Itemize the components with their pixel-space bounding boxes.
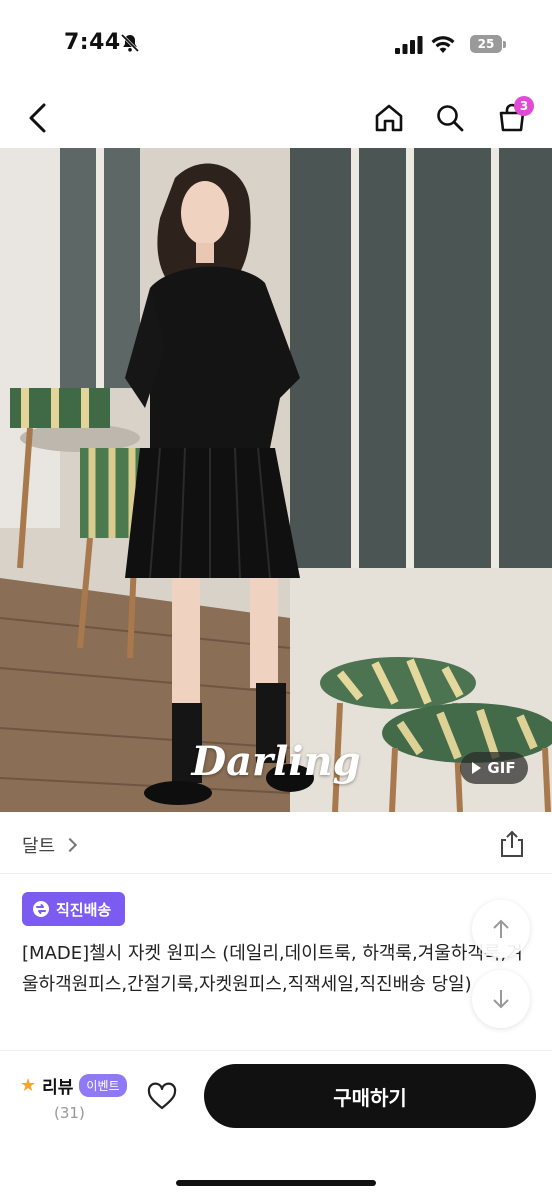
arrow-up-icon [493, 919, 509, 938]
arrow-down-icon [493, 990, 509, 1009]
heart-icon[interactable] [146, 1081, 178, 1113]
home-button[interactable] [369, 98, 409, 138]
wifi-icon [431, 36, 455, 53]
review-label: 리뷰 [42, 1078, 74, 1098]
direct-shipping-badge: 직진배송 [22, 892, 126, 926]
bottom-action-bar: ★ 리뷰 이벤트 (31) 구매하기 [0, 1050, 552, 1200]
search-button[interactable] [430, 98, 470, 138]
home-indicator [176, 1180, 376, 1186]
battery-cap [503, 41, 506, 48]
brand-name: 달트 [22, 836, 56, 857]
product-image[interactable]: Darling GIF [0, 148, 552, 812]
back-button[interactable] [18, 98, 58, 138]
gif-badge[interactable]: GIF [460, 752, 528, 784]
star-icon: ★ [20, 1075, 37, 1096]
cart-count-badge: 3 [514, 96, 534, 116]
review-count: (31) [54, 1104, 85, 1122]
search-icon [437, 105, 464, 132]
brand-row: 달트 [0, 812, 552, 874]
home-icon [375, 104, 403, 132]
status-bar: 7:44 25 [0, 0, 552, 88]
scroll-up-button[interactable] [472, 900, 530, 958]
bell-off-icon [120, 33, 140, 53]
signal-icon [395, 36, 423, 54]
product-photo [0, 148, 552, 812]
share-icon[interactable] [496, 828, 528, 860]
back-arrow-icon [29, 103, 46, 133]
battery-icon: 25 [470, 35, 502, 53]
event-badge: 이벤트 [79, 1074, 127, 1097]
product-title: [MADE]첼시 자켓 원피스 (데일리,데이트룩, 하객룩,겨울하객룩,겨울하… [22, 943, 523, 995]
chevron-right-icon [63, 837, 78, 853]
nav-bar [0, 88, 552, 148]
direct-shipping-icon [33, 901, 49, 917]
gif-label: GIF [487, 759, 516, 777]
brand-link[interactable]: 달트 [22, 832, 78, 858]
review-button[interactable]: ★ 리뷰 이벤트 (31) [20, 1073, 127, 1122]
buy-button[interactable]: 구매하기 [204, 1064, 536, 1128]
play-icon [472, 762, 482, 774]
shipping-label: 직진배송 [56, 900, 112, 919]
scroll-down-button[interactable] [472, 970, 530, 1028]
status-time: 7:44 [64, 30, 121, 55]
